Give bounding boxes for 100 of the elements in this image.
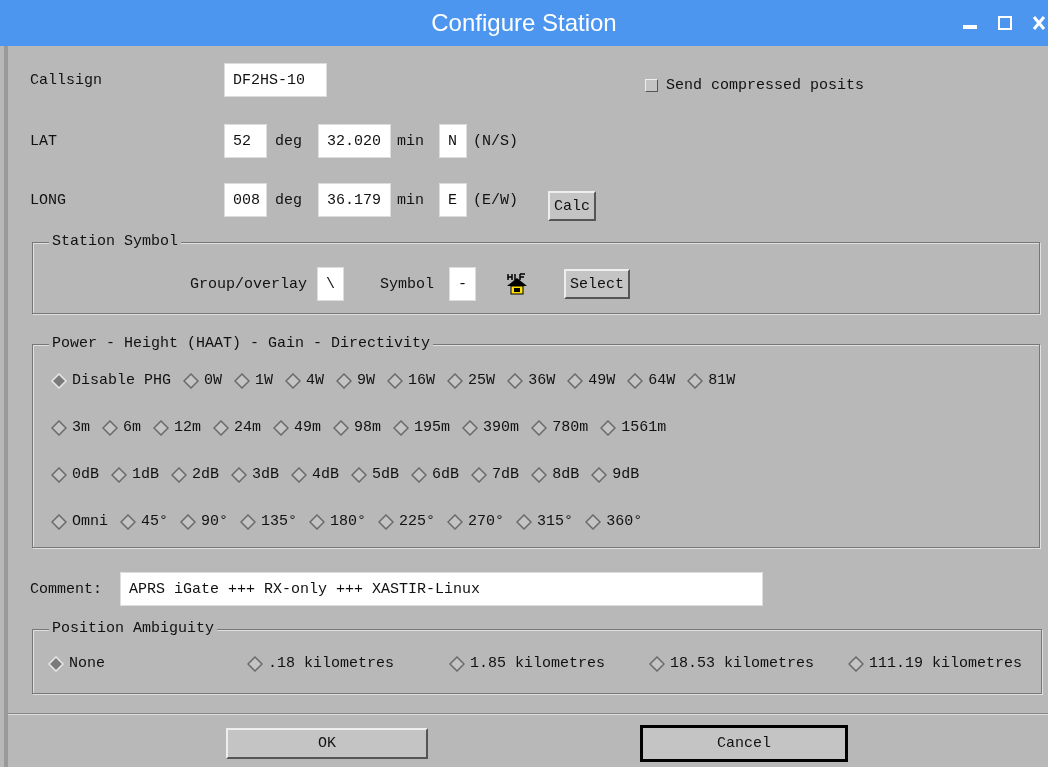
- radio-button[interactable]: [153, 419, 170, 436]
- radio-label: 195m: [414, 419, 451, 436]
- group-title: Power - Height (HAAT) - Gain - Directivity: [49, 335, 434, 353]
- radio-button[interactable]: [120, 513, 136, 530]
- radio-button[interactable]: [387, 372, 404, 389]
- radio-button[interactable]: [507, 372, 524, 389]
- radio-label: 24m: [234, 419, 262, 436]
- radio-label: 2dB: [192, 466, 220, 483]
- radio-label: 16W: [408, 372, 436, 389]
- radio-button[interactable]: [111, 466, 127, 483]
- select-button[interactable]: Select: [564, 269, 631, 299]
- radio-button[interactable]: [273, 419, 290, 436]
- radio-button[interactable]: [447, 372, 464, 389]
- maximize-icon[interactable]: [998, 16, 1012, 30]
- radio-label: 390m: [483, 419, 520, 436]
- radio-label: 1dB: [132, 466, 160, 483]
- radio-button[interactable]: [240, 513, 257, 530]
- radio-button[interactable]: [180, 513, 197, 530]
- radio-label: 1561m: [621, 419, 667, 436]
- radio-button[interactable]: [531, 466, 548, 483]
- radio-button[interactable]: [285, 372, 302, 389]
- radio-label: 9W: [357, 372, 376, 389]
- radio-label: 315°: [537, 513, 574, 530]
- radio-label: 111.19 kilometres: [869, 655, 1023, 672]
- radio-button[interactable]: [247, 655, 263, 672]
- dialog-button[interactable]: OK: [226, 728, 428, 759]
- radio-label: 64W: [648, 372, 676, 389]
- radio-button[interactable]: [411, 466, 428, 483]
- radio-button[interactable]: [333, 419, 350, 436]
- symbol-field[interactable]: -: [449, 267, 477, 301]
- hemisphere-field[interactable]: E: [439, 183, 468, 217]
- house-icon: [506, 272, 529, 296]
- radio-button[interactable]: [231, 466, 248, 483]
- radio-button[interactable]: [848, 655, 864, 672]
- radio-button[interactable]: [309, 513, 326, 530]
- field-label: LONG: [30, 191, 67, 209]
- radio-button[interactable]: [378, 513, 395, 530]
- hemisphere-field[interactable]: N: [439, 124, 468, 158]
- radio-label: 12m: [174, 419, 202, 436]
- radio-label: 0W: [204, 372, 223, 389]
- radio-button[interactable]: [687, 372, 704, 389]
- radio-button[interactable]: [102, 419, 118, 436]
- radio-button[interactable]: [171, 466, 188, 483]
- radio-button[interactable]: [600, 419, 617, 436]
- checkbox-label: Send compressed posits: [666, 76, 865, 94]
- field-label: Group/overlay: [190, 275, 308, 293]
- radio-button[interactable]: [591, 466, 608, 483]
- radio-button[interactable]: [51, 419, 67, 436]
- degrees-field[interactable]: 008: [224, 183, 267, 217]
- radio-label: 135°: [261, 513, 298, 530]
- radio-label: 25W: [468, 372, 496, 389]
- checkbox[interactable]: [645, 78, 658, 92]
- radio-button[interactable]: [627, 372, 644, 389]
- radio-label: 49m: [294, 419, 322, 436]
- radio-button[interactable]: [516, 513, 533, 530]
- radio-button[interactable]: [234, 372, 251, 389]
- radio-selected[interactable]: [51, 372, 67, 389]
- radio-button[interactable]: [462, 419, 479, 436]
- radio-button[interactable]: [531, 419, 548, 436]
- group-title: Position Ambiguity: [49, 620, 218, 638]
- minutes-field[interactable]: 32.020: [318, 124, 391, 158]
- radio-button[interactable]: [585, 513, 602, 530]
- radio-label: 3m: [72, 419, 90, 436]
- radio-button[interactable]: [471, 466, 488, 483]
- radio-button[interactable]: [393, 419, 410, 436]
- dialog-button[interactable]: Cancel: [640, 725, 848, 762]
- minutes-field[interactable]: 36.179: [318, 183, 391, 217]
- field-label: Comment:: [30, 580, 103, 598]
- radio-button[interactable]: [449, 655, 465, 672]
- radio-label: 4dB: [312, 466, 340, 483]
- radio-button[interactable]: [291, 466, 308, 483]
- radio-button[interactable]: [51, 513, 67, 530]
- unit-label: deg: [275, 132, 302, 150]
- radio-label: .18 kilometres: [268, 655, 395, 672]
- field-label: Callsign: [30, 71, 103, 89]
- degrees-field[interactable]: 52: [224, 124, 267, 158]
- radio-button[interactable]: [447, 513, 464, 530]
- comment-field[interactable]: APRS iGate +++ RX-only +++ XASTIR-Linux: [120, 572, 763, 606]
- hint-label: (E/W): [473, 191, 519, 209]
- radio-button[interactable]: [51, 466, 67, 483]
- close-icon[interactable]: [1032, 15, 1046, 31]
- radio-label: 3dB: [252, 466, 280, 483]
- unit-label: deg: [275, 191, 302, 209]
- radio-label: 9dB: [612, 466, 640, 483]
- radio-label: 49W: [588, 372, 616, 389]
- radio-label: 98m: [354, 419, 382, 436]
- overlay-field[interactable]: \: [317, 267, 345, 301]
- radio-label: 36W: [528, 372, 556, 389]
- radio-button[interactable]: [183, 372, 200, 389]
- radio-label: 360°: [606, 513, 643, 530]
- radio-button[interactable]: [649, 655, 665, 672]
- radio-button[interactable]: [351, 466, 368, 483]
- calc-button[interactable]: Calc: [548, 191, 597, 221]
- radio-button[interactable]: [567, 372, 584, 389]
- radio-label: 1W: [255, 372, 274, 389]
- radio-button[interactable]: [213, 419, 230, 436]
- radio-selected[interactable]: [48, 655, 64, 672]
- group-title: Station Symbol: [49, 233, 182, 251]
- callsign-field[interactable]: DF2HS-10: [224, 63, 327, 97]
- radio-button[interactable]: [336, 372, 353, 389]
